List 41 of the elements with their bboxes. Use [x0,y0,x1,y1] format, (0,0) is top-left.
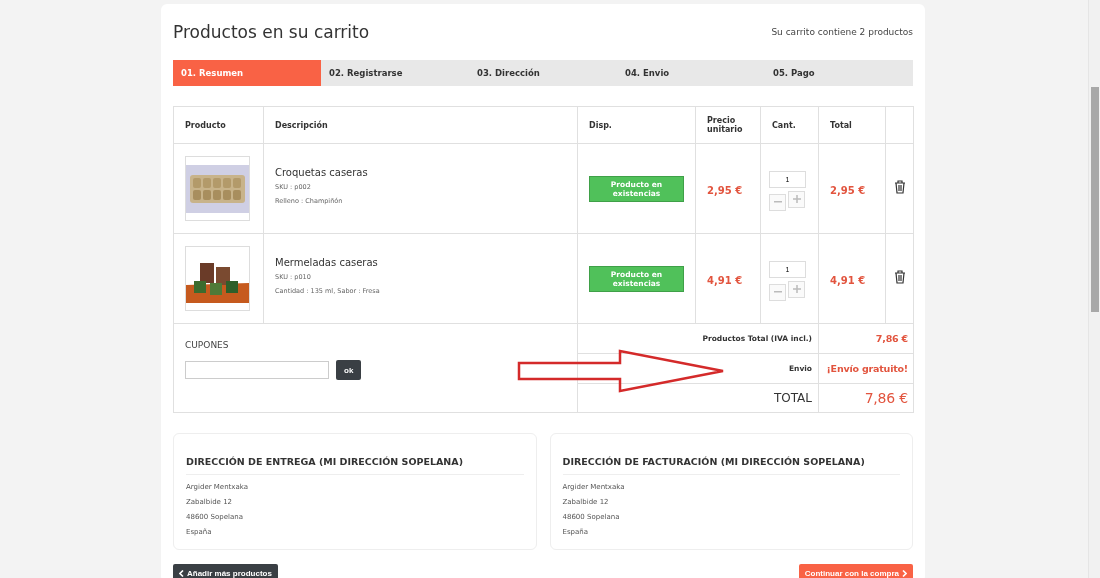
add-more-button[interactable]: Añadir más productos [173,564,278,578]
chevron-right-icon [902,569,907,577]
checkout-step[interactable]: 03. Dirección [469,60,617,86]
plus-icon [792,285,801,293]
line-total: 4,91 € [830,275,866,286]
address-title: DIRECCIÓN DE FACTURACIÓN (MI DIRECCIÓN SOPELANA) [562,456,900,475]
summary-label: TOTAL [577,383,819,413]
minus-icon [773,201,782,203]
summary-value: ¡Envío gratuito! [818,353,914,384]
unit-price: 2,95 € [707,185,743,196]
ok-button[interactable]: ok [336,360,362,380]
chevron-left-icon [179,569,184,577]
plus-icon [792,195,801,203]
minus-button[interactable] [769,193,786,211]
plus-button[interactable] [788,190,805,208]
checkout-step[interactable]: 05. Pago [765,60,913,86]
summary-value: 7,86 € [818,323,914,354]
page-title: Productos en su carrito [173,22,370,42]
column-header: Descripción [263,106,578,144]
column-header: Total [818,106,886,144]
product-name[interactable]: Croquetas caseras [275,166,566,178]
product-name[interactable]: Mermeladas caseras [275,256,566,268]
coupon-field[interactable] [185,361,329,379]
column-header: Disp. [577,106,696,144]
column-header: Producto [173,106,264,144]
summary-value: 7,86 € [818,383,914,413]
scrollbar-thumb[interactable] [1091,87,1099,312]
checkout-step[interactable]: 02. Registrarse [321,60,469,86]
column-header: Cant. [760,106,819,144]
minus-icon [773,291,782,293]
minus-button[interactable] [769,283,786,301]
address-title: DIRECCIÓN DE ENTREGA (MI DIRECCIÓN SOPELANA) [186,456,524,475]
unit-price: 4,91 € [707,275,743,286]
column-header: Precio unitario [695,106,761,144]
checkout-step[interactable]: 04. Envio [617,60,765,86]
cart-count: Su carrito contiene 2 productos [771,27,913,37]
trash-icon[interactable] [893,180,906,194]
trash-icon[interactable] [893,270,906,284]
line-total: 2,95 € [830,185,866,196]
coupons-label: CUPONES [185,340,230,350]
plus-button[interactable] [788,280,805,298]
